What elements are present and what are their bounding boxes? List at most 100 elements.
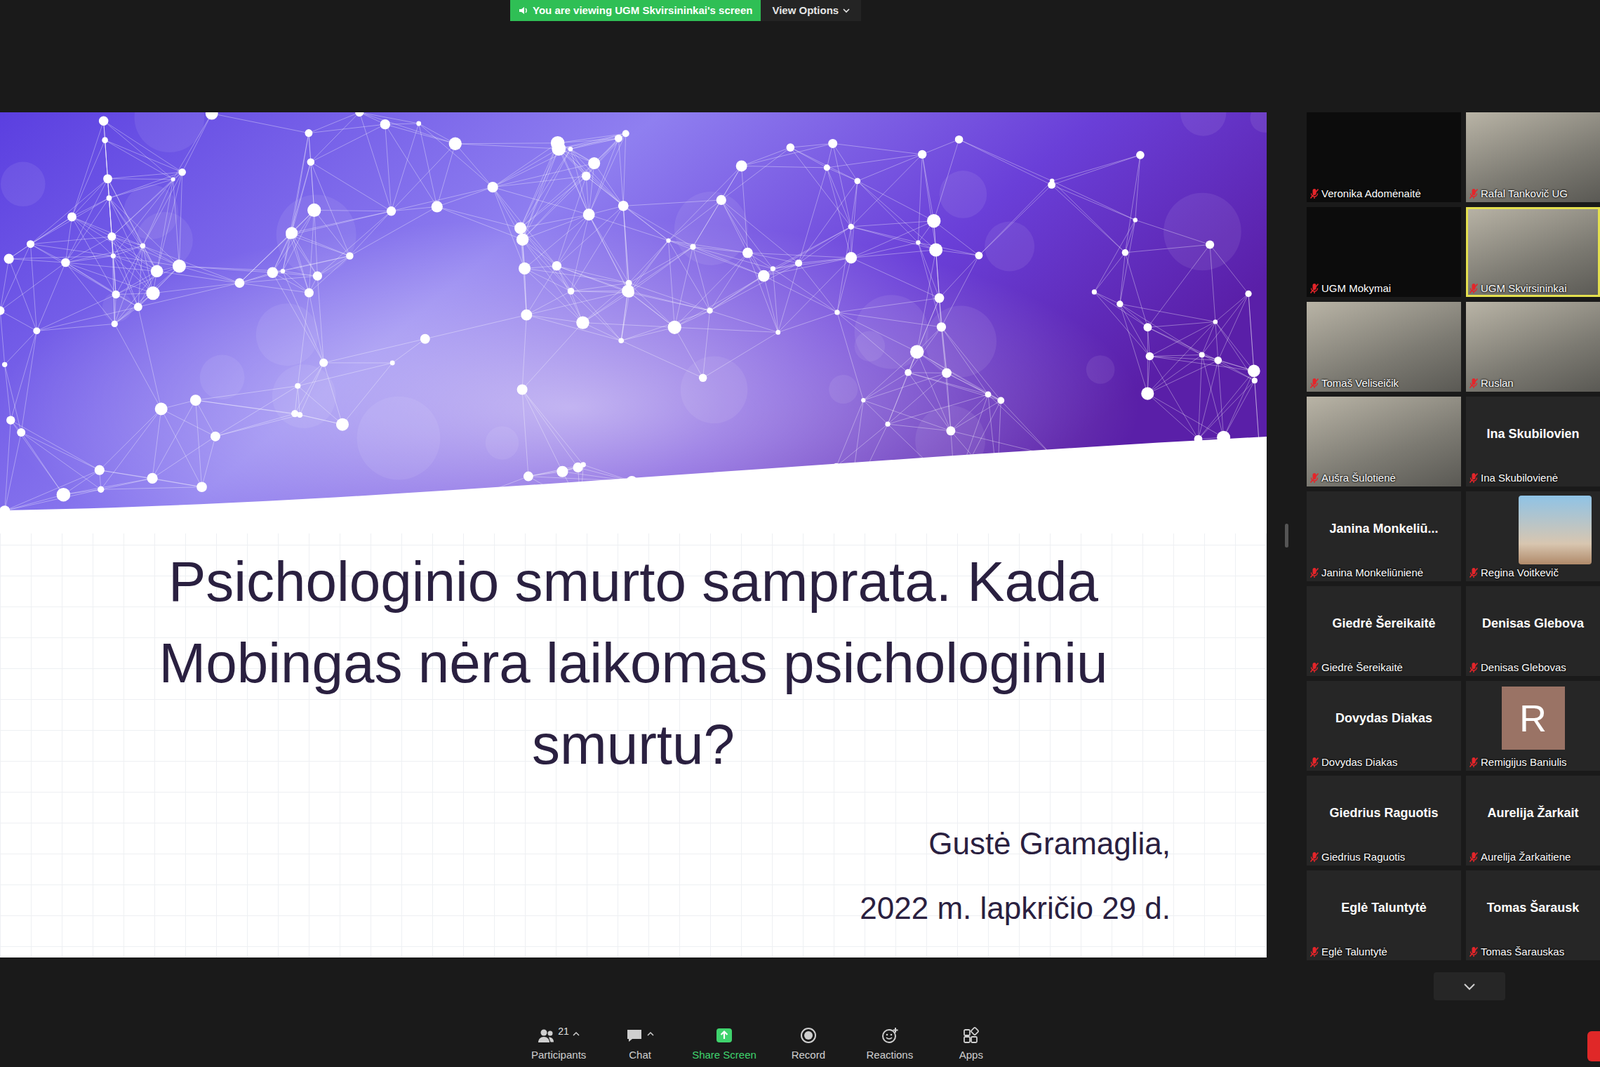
share-screen-icon (715, 1025, 734, 1045)
participant-label: UGM Skvirsininkai (1468, 281, 1568, 295)
participant-tile[interactable]: Giedrius RaguotisGiedrius Raguotis (1306, 775, 1462, 866)
participant-label: Denisas Glebovas (1468, 660, 1567, 674)
caret-up-icon[interactable] (571, 1030, 581, 1038)
slide-date: 2022 m. lapkričio 29 d. (0, 887, 1267, 930)
scroll-down-button[interactable] (1433, 971, 1506, 1000)
participant-tile[interactable]: R Remigijus Baniulis (1465, 680, 1600, 771)
participant-label-text: Aušra Šulotienė (1321, 470, 1396, 485)
participant-label-text: Ruslan (1480, 376, 1514, 390)
participant-label: Janina Monkeliūnienė (1309, 565, 1424, 579)
muted-mic-icon (1468, 188, 1479, 200)
participant-label: Giedrius Raguotis (1309, 849, 1405, 864)
toolbar-label: Share Screen (691, 1048, 757, 1062)
participant-label: Ruslan (1468, 376, 1514, 390)
splitter[interactable] (1266, 112, 1307, 548)
participant-tile[interactable]: Veronika Adomėnaitė (1306, 112, 1462, 203)
participant-tile[interactable]: Ina SkubilovienIna Skubilovienė (1465, 396, 1600, 487)
splitter-handle[interactable] (1284, 523, 1289, 548)
toolbar-icon-row (715, 1025, 734, 1049)
toolbar-button[interactable]: Apps (937, 1023, 1005, 1064)
slide-author: Gustė Gramaglia, (0, 822, 1267, 865)
participant-name: Tomas Šarausk (1465, 870, 1600, 945)
toolbar-label: Participants (531, 1048, 586, 1062)
view-options-label: View Options (771, 2, 839, 19)
toolbar-button[interactable]: 21 Participants (524, 1023, 593, 1064)
muted-mic-icon (1468, 282, 1479, 295)
participant-tile[interactable]: Tomas ŠarauskTomas Šarauskas (1465, 870, 1600, 960)
participant-tile[interactable]: Rafal Tankovič UG (1465, 112, 1600, 203)
participant-name: Giedrius Raguotis (1306, 775, 1462, 850)
participant-label-text: Veronika Adomėnaitė (1321, 186, 1422, 200)
participant-grid: Veronika Adomėnaitė Rafal Tankovič UG UGM … (1306, 112, 1600, 960)
meeting-toolbar: 21 Participants Chat Share Screen Record Reac… (0, 1020, 1600, 1067)
participant-label-text: Regina Voitkevič (1480, 565, 1559, 579)
participant-count: 21 (557, 1025, 570, 1036)
chevron-down-icon (842, 7, 850, 14)
participant-tile[interactable]: Regina Voitkevič (1465, 491, 1600, 582)
shared-slide: Psichologinio smurto samprata. KadaMobin… (0, 112, 1267, 958)
toolbar-icon-row: 21 (536, 1025, 581, 1049)
participant-label-text: Rafal Tankovič UG (1480, 186, 1568, 200)
participant-tile[interactable]: Tomaš Veliseičik (1306, 301, 1462, 392)
chat-icon (625, 1025, 644, 1045)
toolbar-button[interactable]: Reactions (856, 1023, 924, 1064)
participant-label: Dovydas Diakas (1309, 755, 1398, 769)
participant-label-text: Dovydas Diakas (1321, 755, 1398, 769)
toolbar-label: Apps (959, 1048, 984, 1062)
participant-label-text: UGM Skvirsininkai (1480, 281, 1568, 295)
participant-tile[interactable]: Aušra Šulotienė (1306, 396, 1462, 487)
participant-name: Giedrė Šereikaitė (1306, 585, 1462, 661)
participant-tile[interactable]: Janina Monkeliū...Janina Monkeliūnienė (1306, 491, 1462, 582)
participant-label-text: Eglė Taluntytė (1321, 944, 1388, 958)
participant-label: UGM Mokymai (1309, 281, 1391, 295)
participant-label: Veronika Adomėnaitė (1309, 186, 1422, 200)
muted-mic-icon (1468, 851, 1479, 863)
speaker-icon (518, 5, 529, 16)
end-button[interactable] (1587, 1030, 1600, 1062)
toolbar-label: Chat (628, 1048, 652, 1062)
toolbar-icon-row (625, 1025, 655, 1049)
record-icon (799, 1025, 818, 1045)
participant-tile[interactable]: Ruslan (1465, 301, 1600, 392)
muted-mic-icon (1309, 661, 1320, 673)
participant-name: Dovydas Diakas (1306, 680, 1462, 756)
muted-mic-icon (1309, 377, 1320, 389)
participant-tile[interactable]: Giedrė ŠereikaitėGiedrė Šereikaitė (1306, 585, 1462, 676)
participant-name: Eglė Taluntytė (1306, 870, 1462, 945)
toolbar-button[interactable]: Chat (606, 1023, 674, 1064)
participant-label-text: Tomaš Veliseičik (1321, 376, 1399, 390)
participant-label-text: Denisas Glebovas (1480, 660, 1567, 674)
participant-label: Aurelija Žarkaitiene (1468, 849, 1571, 864)
toolbar-button[interactable]: Share Screen (687, 1023, 761, 1064)
profile-photo (1518, 495, 1592, 565)
participant-name: Aurelija Žarkait (1465, 775, 1600, 850)
participant-tile[interactable]: Denisas GlebovaDenisas Glebovas (1465, 585, 1600, 676)
participant-label: Remigijus Baniulis (1468, 755, 1568, 769)
title-line: smurtu? (0, 703, 1267, 786)
gallery-panel: Veronika Adomėnaitė Rafal Tankovič UG UGM … (1306, 112, 1600, 1000)
participant-tile[interactable]: Aurelija ŽarkaitAurelija Žarkaitiene (1465, 775, 1600, 866)
participant-tile[interactable]: UGM Mokymai (1306, 207, 1462, 297)
avatar-initial: R (1501, 686, 1565, 750)
banner-text: You are viewing UGM Skvirsininkai's scre… (532, 2, 753, 19)
participant-label-text: Tomas Šarauskas (1480, 944, 1565, 958)
title-line: Psichologinio smurto samprata. Kada (0, 541, 1267, 623)
toolbar-button[interactable]: Record (774, 1023, 843, 1064)
top-bar: You are viewing UGM Skvirsininkai's scre… (0, 0, 1600, 113)
participant-tile[interactable]: Eglė TaluntytėEglė Taluntytė (1306, 870, 1462, 960)
participant-tile[interactable]: UGM Skvirsininkai (1465, 207, 1600, 297)
participant-name: Ina Skubilovien (1465, 396, 1600, 471)
view-options-button[interactable]: View Options (760, 0, 862, 22)
participants-icon (536, 1025, 556, 1045)
caret-up-icon[interactable] (646, 1030, 655, 1038)
participant-tile[interactable]: Dovydas DiakasDovydas Diakas (1306, 680, 1462, 771)
muted-mic-icon (1468, 945, 1479, 958)
participant-label-text: Ina Skubilovienė (1480, 470, 1558, 485)
toolbar-icon-row (880, 1025, 899, 1049)
slide-title: Psichologinio smurto samprata. KadaMobin… (0, 541, 1267, 786)
reactions-icon (880, 1025, 899, 1045)
toolbar-label: Record (791, 1048, 826, 1062)
muted-mic-icon (1309, 851, 1320, 863)
participant-label: Aušra Šulotienė (1309, 470, 1396, 485)
participant-label: Rafal Tankovič UG (1468, 186, 1568, 200)
